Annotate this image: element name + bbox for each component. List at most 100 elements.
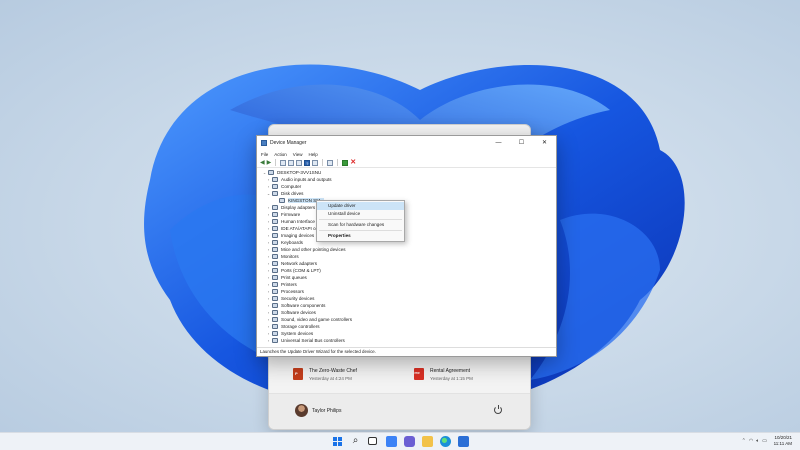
tree-category-item[interactable]: › Human Interface Devices bbox=[261, 218, 556, 225]
widgets-icon[interactable] bbox=[386, 436, 397, 447]
battery-icon[interactable]: ▭ bbox=[762, 438, 767, 444]
menu-view[interactable]: View bbox=[293, 152, 303, 157]
file-explorer-icon[interactable] bbox=[422, 436, 433, 447]
details-icon[interactable] bbox=[312, 159, 319, 166]
device-category-icon bbox=[272, 289, 278, 294]
chevron-right-icon[interactable]: › bbox=[265, 205, 272, 210]
tree-category-item[interactable]: › Monitors bbox=[261, 253, 556, 260]
chevron-right-icon[interactable]: › bbox=[265, 212, 272, 217]
uninstall-icon[interactable]: ✕ bbox=[350, 159, 356, 166]
chevron-right-icon[interactable]: › bbox=[265, 275, 272, 280]
chevron-right-icon[interactable]: › bbox=[265, 177, 272, 182]
chevron-right-icon[interactable]: › bbox=[265, 226, 272, 231]
store-icon[interactable] bbox=[458, 436, 469, 447]
tree-category-item[interactable]: › Firmware bbox=[261, 211, 556, 218]
chevron-right-icon[interactable]: › bbox=[265, 282, 272, 287]
chevron-right-icon[interactable]: › bbox=[265, 184, 272, 189]
volume-icon[interactable]: 🔈︎ bbox=[756, 438, 759, 444]
menu-action[interactable]: Action bbox=[274, 152, 287, 157]
scan-hardware-menu-item[interactable]: Scan for hardware changes bbox=[317, 221, 404, 229]
edge-icon[interactable] bbox=[440, 436, 451, 447]
tree-device-item[interactable]: KINGSTON SM... bbox=[261, 197, 556, 204]
chevron-right-icon[interactable]: › bbox=[265, 219, 272, 224]
tree-category-item[interactable]: › Ports (COM & LPT) bbox=[261, 267, 556, 274]
chevron-right-icon[interactable]: › bbox=[265, 296, 272, 301]
recommended-item[interactable]: P The Zero-Waste Chef Yesterday at 4:24 … bbox=[293, 368, 357, 381]
tree-item-label: Monitors bbox=[281, 254, 299, 259]
pdf-icon: PDF bbox=[414, 368, 424, 380]
chevron-right-icon[interactable]: › bbox=[265, 303, 272, 308]
menu-file[interactable]: File bbox=[261, 152, 268, 157]
tree-category-item[interactable]: ⌄ Disk drives bbox=[261, 190, 556, 197]
tree-category-item[interactable]: › Processors bbox=[261, 288, 556, 295]
list-view-icon[interactable] bbox=[296, 159, 303, 166]
chevron-right-icon[interactable]: › bbox=[265, 254, 272, 259]
tree-category-item[interactable]: › Software devices bbox=[261, 309, 556, 316]
close-button[interactable]: ✕ bbox=[533, 136, 556, 150]
tree-category-item[interactable]: › Display adapters bbox=[261, 204, 556, 211]
avatar[interactable] bbox=[295, 404, 308, 417]
forward-icon[interactable]: ▶ bbox=[267, 160, 272, 166]
tree-category-item[interactable]: › Computer bbox=[261, 183, 556, 190]
help-icon[interactable]: ? bbox=[304, 159, 311, 166]
chevron-right-icon[interactable]: › bbox=[265, 338, 272, 343]
window-title: Device Manager bbox=[270, 140, 307, 146]
monitor-icon[interactable] bbox=[327, 159, 334, 166]
properties-icon[interactable] bbox=[288, 159, 295, 166]
search-icon[interactable]: ⌕ bbox=[350, 436, 361, 447]
task-view-icon[interactable] bbox=[368, 437, 377, 445]
start-menu-footer: Taylor Philips bbox=[269, 393, 530, 429]
minimize-button[interactable]: — bbox=[487, 136, 510, 150]
title-bar[interactable]: Device Manager — ☐ ✕ bbox=[257, 136, 556, 150]
device-category-icon bbox=[272, 338, 278, 343]
taskbar: ⌕ ⌃ ◠ 🔈︎ ▭ 10/20/21 11:11 AM bbox=[0, 432, 800, 450]
chevron-right-icon[interactable]: › bbox=[265, 331, 272, 336]
chevron-right-icon[interactable]: › bbox=[265, 247, 272, 252]
tree-category-item[interactable]: › System devices bbox=[261, 330, 556, 337]
tree-category-item[interactable]: › IDE ATA/ATAPI controllers bbox=[261, 225, 556, 232]
device-category-icon bbox=[272, 282, 278, 287]
user-name[interactable]: Taylor Philips bbox=[312, 408, 341, 414]
tree-root[interactable]: ⌄ DESKTOP-3VV1SNU bbox=[261, 169, 556, 176]
recommended-item[interactable]: PDF Rental Agreement Yesterday at 1:15 P… bbox=[414, 368, 473, 381]
clock[interactable]: 10/20/21 11:11 AM bbox=[774, 435, 792, 447]
uninstall-device-menu-item[interactable]: Uninstall device bbox=[317, 210, 404, 218]
properties-menu-item[interactable]: Properties bbox=[317, 232, 404, 240]
chat-icon[interactable] bbox=[404, 436, 415, 447]
tree-category-item[interactable]: › Print queues bbox=[261, 274, 556, 281]
tree-item-label: Software devices bbox=[281, 310, 316, 315]
tree-category-item[interactable]: › Audio inputs and outputs bbox=[261, 176, 556, 183]
update-driver-icon[interactable] bbox=[342, 159, 349, 166]
power-icon[interactable] bbox=[494, 405, 502, 414]
update-driver-menu-item[interactable]: Update driver bbox=[317, 202, 404, 210]
chevron-right-icon[interactable]: › bbox=[265, 317, 272, 322]
tree-category-item[interactable]: › Universal Serial Bus controllers bbox=[261, 337, 556, 344]
menu-help[interactable]: Help bbox=[308, 152, 317, 157]
maximize-button[interactable]: ☐ bbox=[510, 136, 533, 150]
tree-category-item[interactable]: › Imaging devices bbox=[261, 232, 556, 239]
chevron-right-icon[interactable]: › bbox=[265, 233, 272, 238]
tree-category-item[interactable]: › Network adapters bbox=[261, 260, 556, 267]
tree-category-item[interactable]: › Software components bbox=[261, 302, 556, 309]
chevron-right-icon[interactable]: › bbox=[265, 268, 272, 273]
chevron-down-icon[interactable]: ⌄ bbox=[265, 191, 272, 196]
tree-category-item[interactable]: › Keyboards bbox=[261, 239, 556, 246]
tree-category-item[interactable]: › Printers bbox=[261, 281, 556, 288]
chevron-right-icon[interactable]: › bbox=[265, 261, 272, 266]
chevron-right-icon[interactable]: › bbox=[265, 310, 272, 315]
device-category-icon bbox=[272, 184, 278, 189]
tree-category-item[interactable]: › Security devices bbox=[261, 295, 556, 302]
back-icon[interactable]: ◀ bbox=[260, 160, 265, 166]
device-category-icon bbox=[272, 310, 278, 315]
chevron-right-icon[interactable]: › bbox=[265, 240, 272, 245]
chevron-up-icon[interactable]: ⌃ bbox=[742, 438, 746, 444]
tree-category-item[interactable]: › Sound, video and game controllers bbox=[261, 316, 556, 323]
chevron-right-icon[interactable]: › bbox=[265, 289, 272, 294]
chevron-right-icon[interactable]: › bbox=[265, 324, 272, 329]
windows-start-icon[interactable] bbox=[332, 436, 343, 447]
chevron-down-icon[interactable]: ⌄ bbox=[261, 170, 268, 175]
tree-category-item[interactable]: › Storage controllers bbox=[261, 323, 556, 330]
show-hide-tree-icon[interactable] bbox=[280, 159, 287, 166]
tree-category-item[interactable]: › Mice and other pointing devices bbox=[261, 246, 556, 253]
wifi-icon[interactable]: ◠ bbox=[749, 438, 753, 444]
